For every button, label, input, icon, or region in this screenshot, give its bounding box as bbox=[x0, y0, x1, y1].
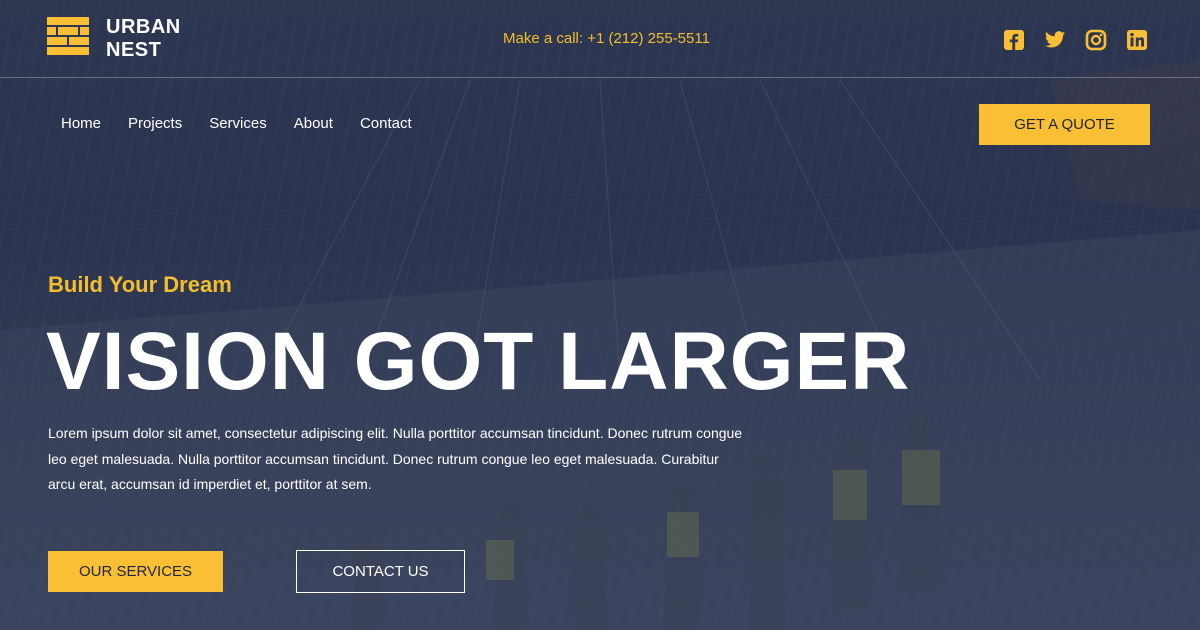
brand-name: URBAN NEST bbox=[106, 16, 181, 62]
instagram-icon[interactable] bbox=[1085, 29, 1107, 51]
get-a-quote-button[interactable]: GET A QUOTE bbox=[979, 104, 1150, 145]
top-bar: URBAN NEST Make a call: +1 (212) 255-551… bbox=[0, 0, 1200, 78]
hero-headline: VISION GOT LARGER bbox=[46, 316, 911, 407]
linkedin-icon[interactable] bbox=[1126, 29, 1148, 51]
nav-item-about[interactable]: About bbox=[294, 115, 333, 132]
nav-item-services[interactable]: Services bbox=[209, 115, 267, 132]
contact-us-button[interactable]: CONTACT US bbox=[296, 550, 465, 593]
nav-item-contact[interactable]: Contact bbox=[360, 115, 412, 132]
logo[interactable]: URBAN NEST bbox=[47, 16, 181, 62]
twitter-icon[interactable] bbox=[1044, 29, 1066, 51]
phone-contact[interactable]: Make a call: +1 (212) 255-5511 bbox=[503, 30, 710, 47]
our-services-button[interactable]: OUR SERVICES bbox=[48, 551, 223, 592]
nav-item-projects[interactable]: Projects bbox=[128, 115, 182, 132]
nav-item-home[interactable]: Home bbox=[61, 115, 101, 132]
hero-section: URBAN NEST Make a call: +1 (212) 255-551… bbox=[0, 0, 1200, 630]
brand-line-1: URBAN bbox=[106, 16, 181, 38]
facebook-icon[interactable] bbox=[1003, 29, 1025, 51]
brick-logo-icon bbox=[47, 17, 89, 55]
hero-body-text: Lorem ipsum dolor sit amet, consectetur … bbox=[48, 425, 743, 492]
main-nav: Home Projects Services About Contact bbox=[61, 115, 412, 132]
social-links bbox=[1003, 29, 1148, 51]
brand-line-2: NEST bbox=[106, 39, 162, 61]
hero-eyebrow: Build Your Dream bbox=[48, 272, 232, 297]
hero-overlay bbox=[0, 0, 1200, 630]
